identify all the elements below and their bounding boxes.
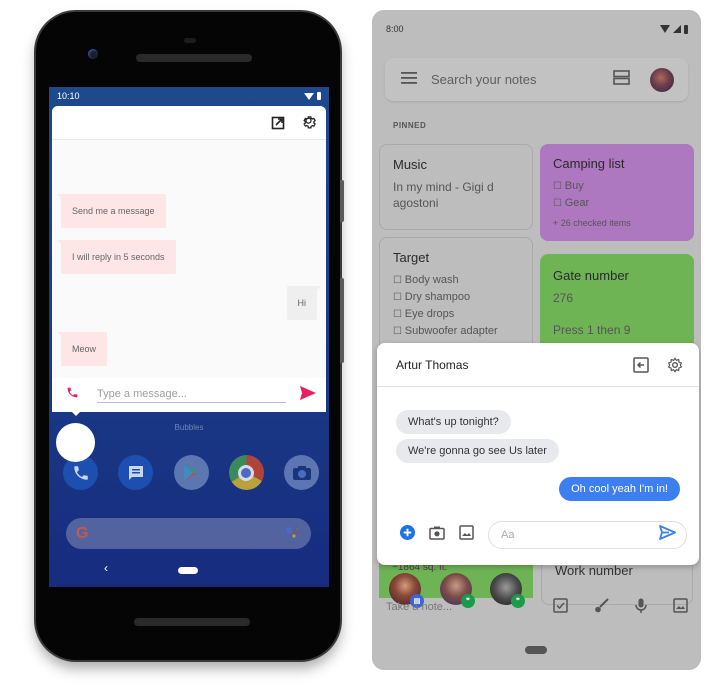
note-body: Press 1 then 9: [553, 323, 631, 337]
dock-app-messages[interactable]: [118, 455, 154, 490]
checklist-item[interactable]: Dry shampoo: [393, 289, 519, 306]
chat-header: Artur Thomas: [377, 343, 699, 387]
phone-icon[interactable]: [66, 386, 79, 404]
settings-icon[interactable]: [300, 115, 316, 131]
search-notes-bar[interactable]: Search your notes: [385, 58, 688, 101]
send-icon[interactable]: [300, 385, 316, 405]
assistant-icon[interactable]: [285, 525, 299, 543]
checkbox-note-icon[interactable]: [553, 598, 568, 619]
wifi-icon: [660, 25, 670, 33]
checklist-item[interactable]: Subwoofer adapter: [393, 323, 519, 340]
settings-icon[interactable]: [667, 356, 683, 373]
microphone-icon[interactable]: [635, 598, 647, 619]
gallery-icon[interactable]: [459, 525, 474, 545]
google-logo: G: [76, 524, 89, 542]
brush-icon[interactable]: [594, 598, 609, 619]
message-input[interactable]: Type a message...: [97, 388, 286, 403]
bubble-chat-window: Send me a message I will reply in 5 seco…: [52, 106, 326, 412]
checked-items-count: + 26 checked items: [553, 218, 631, 228]
dock-app-chrome[interactable]: [228, 455, 264, 490]
message-incoming: What's up tonight?: [396, 410, 511, 434]
bubble-pointer: [72, 412, 80, 416]
message-list: Send me a message I will reply in 5 seco…: [52, 140, 326, 378]
keep-notes-screen: 8:00 Search your notes PINNED Music In m…: [372, 10, 701, 670]
note-body: In my mind - Gigi d agostoni: [393, 180, 494, 210]
home-button[interactable]: [178, 567, 198, 574]
note-title: Camping list: [553, 156, 625, 171]
note-title: Gate number: [553, 268, 629, 283]
battery-icon: [684, 24, 688, 34]
account-avatar[interactable]: [650, 67, 674, 92]
add-icon[interactable]: [400, 525, 415, 545]
status-time: 8:00: [386, 24, 404, 34]
image-icon[interactable]: [673, 598, 688, 619]
phone-screen: 10:10 Send me a message I will reply in …: [49, 87, 329, 587]
bubble-chat-window: Artur Thomas What's up tonight? We're go…: [377, 343, 699, 565]
contact-name: Artur Thomas: [396, 357, 469, 372]
checklist-item[interactable]: Eye drops: [393, 306, 519, 323]
signal-icon: [673, 25, 681, 33]
battery-icon: [317, 92, 321, 100]
checklist-item[interactable]: Body wash: [393, 272, 519, 289]
google-search-widget[interactable]: G: [66, 518, 311, 549]
note-card-camping-list[interactable]: Camping list Buy Gear + 26 checked items: [540, 144, 694, 241]
note-title: Target: [393, 250, 430, 265]
chat-input-placeholder: Aa: [501, 529, 515, 541]
proximity-sensor: [184, 38, 196, 43]
message-incoming: Meow: [56, 332, 108, 366]
message-incoming: Send me a message: [57, 194, 166, 228]
note-card-target[interactable]: Target Body wash Dry shampoo Eye drops S…: [379, 237, 533, 357]
earpiece-speaker: [136, 54, 252, 62]
take-note-input[interactable]: Take a note...: [386, 601, 452, 613]
app-dock: [63, 455, 319, 490]
power-button: [340, 180, 344, 222]
message-outgoing: Hi: [286, 286, 321, 320]
send-icon[interactable]: [659, 525, 676, 545]
checklist-item[interactable]: Buy: [553, 178, 681, 195]
volume-button: [340, 278, 344, 363]
menu-icon[interactable]: [401, 71, 417, 89]
status-bar: 10:10: [49, 87, 329, 105]
chat-compose-bar: Aa: [397, 521, 687, 549]
status-time: 10:10: [57, 91, 80, 101]
bottom-speaker: [134, 618, 250, 626]
open-in-new-icon[interactable]: [270, 115, 286, 131]
compose-bar: Type a message...: [52, 378, 326, 412]
message-incoming: We're gonna go see Us later: [396, 439, 559, 463]
search-input[interactable]: Search your notes: [431, 72, 613, 87]
open-app-icon[interactable]: [633, 356, 649, 373]
status-bar: 8:00: [386, 24, 688, 34]
dock-app-camera[interactable]: [284, 455, 319, 490]
navigation-bar: ‹: [49, 561, 329, 577]
message-incoming: I will reply in 5 seconds: [57, 240, 176, 274]
camera-icon[interactable]: [429, 526, 445, 545]
wifi-icon: [304, 92, 314, 100]
message-outgoing: Oh cool yeah I'm in!: [559, 477, 680, 501]
dock-app-play-store[interactable]: [173, 455, 209, 490]
bubble-head-avatar[interactable]: ❞: [490, 573, 525, 608]
checklist-item[interactable]: Gear: [553, 195, 681, 212]
list-view-icon[interactable]: [613, 69, 630, 90]
note-body: 276: [553, 291, 574, 305]
note-title: Music: [393, 157, 427, 172]
home-gesture-handle[interactable]: [525, 646, 547, 654]
note-card-music[interactable]: Music In my mind - Gigi d agostoni: [379, 144, 533, 230]
note-title: Work number: [555, 563, 633, 578]
hangouts-badge-icon: ❞: [461, 594, 475, 608]
chat-message-input[interactable]: Aa: [488, 521, 687, 549]
chat-bubble-head[interactable]: [56, 423, 95, 462]
hangouts-badge-icon: ❞: [511, 594, 525, 608]
front-camera: [88, 49, 98, 59]
back-button[interactable]: ‹: [104, 561, 108, 575]
pinned-section-label: PINNED: [393, 121, 427, 130]
note-actions-bar: [553, 598, 688, 619]
bubble-header: [52, 106, 326, 140]
